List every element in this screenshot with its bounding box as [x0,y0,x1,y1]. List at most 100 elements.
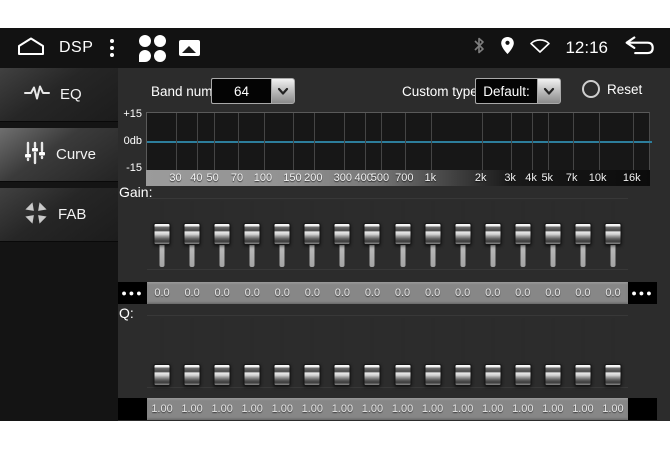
top-frame-strip [0,0,670,28]
chevron-down-icon[interactable] [537,78,561,104]
slider-thumb[interactable] [154,223,171,245]
slider-thumb[interactable] [574,223,591,245]
q-slider[interactable] [357,316,387,387]
slider-thumb[interactable] [304,223,321,245]
gain-slider[interactable] [207,199,237,269]
band-num-dropdown[interactable]: 64 [211,78,295,104]
gain-slider[interactable] [598,199,628,269]
slider-thumb[interactable] [514,223,531,245]
q-slider[interactable] [327,316,357,387]
sidebar-item-fab[interactable]: FAB [0,188,118,242]
custom-type-dropdown[interactable]: Default: [475,78,561,104]
slider-thumb[interactable] [484,223,501,245]
freq-tick-label: 1k [424,172,436,184]
slider-thumb[interactable] [184,223,201,245]
back-return-icon[interactable] [622,33,656,64]
q-slider[interactable] [598,316,628,387]
slider-thumb[interactable] [214,223,231,245]
slider-thumb[interactable] [274,364,291,386]
gridline [405,113,406,170]
slider-thumb[interactable] [364,364,381,386]
apps-clover-icon[interactable] [139,35,166,62]
q-slider[interactable] [478,316,508,387]
slider-thumb[interactable] [424,223,441,245]
slider-thumb[interactable] [364,223,381,245]
q-section-label: Q: [119,305,134,321]
q-slider[interactable] [177,316,207,387]
gain-slider[interactable] [267,199,297,269]
gain-value: 0.0 [508,282,538,304]
custom-type-value[interactable]: Default: [475,78,537,104]
slider-thumb[interactable] [334,364,351,386]
gain-slider[interactable] [237,199,267,269]
slider-thumb[interactable] [154,364,171,386]
band-num-value[interactable]: 64 [211,78,271,104]
q-slider[interactable] [297,316,327,387]
eq-curve-line [147,141,652,143]
slider-thumb[interactable] [424,364,441,386]
gain-more-left-button[interactable]: ●●● [118,282,147,304]
freq-tick-label: 300 [334,172,352,184]
gain-slider[interactable] [327,199,357,269]
slider-thumb[interactable] [544,223,561,245]
slider-thumb[interactable] [454,364,471,386]
gain-slider[interactable] [388,199,418,269]
slider-thumb[interactable] [244,223,261,245]
q-slider[interactable] [388,316,418,387]
q-slider[interactable] [418,316,448,387]
q-value: 1.00 [177,398,207,420]
gain-slider[interactable] [448,199,478,269]
q-slider[interactable] [508,316,538,387]
sidebar-item-eq[interactable]: EQ [0,68,118,122]
gain-slider[interactable] [357,199,387,269]
gain-slider[interactable] [478,199,508,269]
slider-thumb[interactable] [484,364,501,386]
kebab-menu-icon[interactable] [106,37,118,59]
gain-slider[interactable] [568,199,598,269]
slider-thumb[interactable] [394,364,411,386]
slider-thumb[interactable] [334,223,351,245]
reset-button[interactable]: Reset [582,80,642,98]
chevron-down-icon[interactable] [271,78,295,104]
reset-radio-icon[interactable] [582,80,600,98]
q-slider[interactable] [207,316,237,387]
gridline [482,113,483,170]
slider-thumb[interactable] [244,364,261,386]
eq-plot[interactable] [146,112,650,170]
gain-slider[interactable] [297,199,327,269]
slider-thumb[interactable] [304,364,321,386]
gain-slider[interactable] [508,199,538,269]
gain-value: 0.0 [267,282,297,304]
q-value: 1.00 [207,398,237,420]
q-slider[interactable] [267,316,297,387]
controls-row: Band num: 64 Custom type: Default: R [118,78,670,106]
gain-slider[interactable] [538,199,568,269]
slider-thumb[interactable] [604,364,621,386]
dsp-screen: DSP 12:16 [0,0,670,453]
slider-thumb[interactable] [514,364,531,386]
y-axis-min: -15 [126,162,142,174]
slider-thumb[interactable] [214,364,231,386]
slider-thumb[interactable] [394,223,411,245]
q-slider[interactable] [237,316,267,387]
freq-tick-label: 200 [304,172,322,184]
slider-thumb[interactable] [604,223,621,245]
slider-thumb[interactable] [544,364,561,386]
slider-thumb[interactable] [574,364,591,386]
slider-thumb[interactable] [454,223,471,245]
gain-slider[interactable] [147,199,177,269]
home-icon[interactable] [16,35,46,62]
q-slider[interactable] [568,316,598,387]
gridline [599,113,600,170]
gain-slider[interactable] [177,199,207,269]
gain-more-right-button[interactable]: ●●● [628,282,657,304]
slider-thumb[interactable] [184,364,201,386]
slider-thumb[interactable] [274,223,291,245]
sidebar-item-curve[interactable]: Curve [0,128,118,182]
q-slider[interactable] [538,316,568,387]
gallery-icon[interactable] [179,40,200,56]
gain-slider[interactable] [418,199,448,269]
gridline [293,113,294,170]
q-slider[interactable] [147,316,177,387]
q-slider[interactable] [448,316,478,387]
